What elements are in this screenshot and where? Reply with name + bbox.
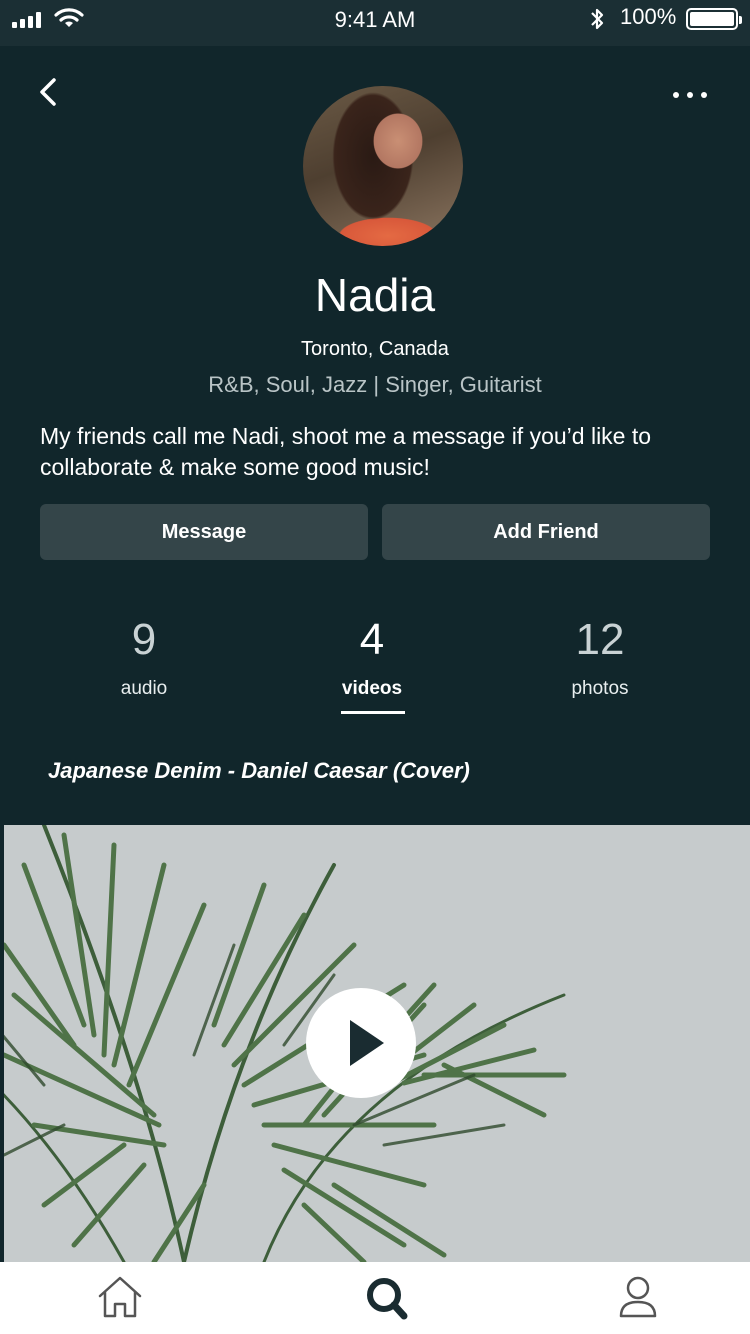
- photos-count: 12: [575, 615, 625, 664]
- profile-name: Nadia: [314, 269, 436, 321]
- tab-audio[interactable]: 9 audio: [44, 612, 244, 700]
- profile-bio: My friends call me Nadi, shoot me a mess…: [40, 423, 652, 480]
- active-tab-indicator: [341, 711, 405, 714]
- tab-search[interactable]: [358, 1274, 418, 1320]
- more-horizontal-icon: [673, 92, 679, 98]
- tab-home[interactable]: [90, 1274, 150, 1320]
- video-title: Japanese Denim - Daniel Caesar (Cover): [48, 758, 470, 783]
- more-options-button[interactable]: [662, 78, 718, 112]
- videos-label: videos: [341, 678, 403, 699]
- chevron-left-icon: [40, 78, 56, 106]
- user-icon: [619, 1276, 657, 1318]
- battery-percent: 100%: [620, 4, 677, 29]
- photos-label: photos: [571, 678, 629, 699]
- tab-photos[interactable]: 12 photos: [500, 612, 700, 700]
- profile-location: Toronto, Canada: [301, 338, 449, 360]
- battery-icon: [686, 8, 742, 30]
- status-bar: 9:41 AM 100%: [0, 0, 750, 46]
- play-button[interactable]: [306, 988, 416, 1098]
- audio-count: 9: [131, 615, 157, 664]
- message-button[interactable]: Message: [40, 504, 368, 560]
- tab-profile[interactable]: [608, 1274, 668, 1320]
- search-icon: [367, 1278, 408, 1320]
- avatar: [303, 86, 463, 246]
- bottom-tab-bar: [0, 1262, 750, 1334]
- videos-count: 4: [359, 615, 385, 664]
- add-friend-button[interactable]: Add Friend: [382, 504, 710, 560]
- tab-videos[interactable]: 4 videos: [272, 612, 472, 700]
- bluetooth-icon: [591, 8, 604, 30]
- profile-genres: R&B, Soul, Jazz | Singer, Guitarist: [208, 372, 542, 397]
- home-icon: [98, 1276, 142, 1318]
- audio-label: audio: [120, 678, 168, 699]
- back-button[interactable]: [30, 72, 70, 112]
